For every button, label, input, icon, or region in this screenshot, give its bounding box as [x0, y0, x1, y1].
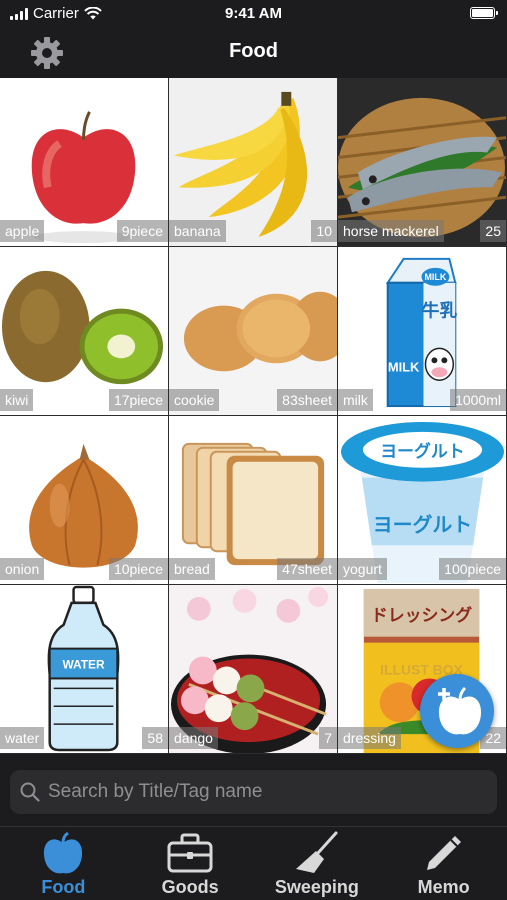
grid-item-water[interactable]: WATER water 58: [0, 585, 169, 754]
item-quantity: 100piece: [439, 558, 506, 580]
item-quantity: 10piece: [108, 558, 168, 580]
item-name: horse mackerel: [338, 220, 444, 242]
tab-label: Food: [41, 877, 86, 897]
grid-item-onion[interactable]: onion 10piece: [0, 416, 169, 585]
item-quantity: 9piece: [116, 220, 168, 242]
page-title: Food: [229, 40, 278, 62]
add-item-button[interactable]: [420, 674, 494, 748]
item-name: onion: [0, 558, 45, 580]
navigation-bar: Food: [0, 28, 507, 78]
item-name: yogurt: [338, 558, 387, 580]
item-quantity: 47sheet: [277, 558, 337, 580]
grid-item-horse-mackerel[interactable]: horse mackerel 25: [338, 78, 507, 247]
item-name: milk: [338, 389, 373, 411]
item-quantity: 58: [142, 727, 168, 749]
tab-label: Memo: [417, 877, 470, 897]
status-time: 9:41 AM: [225, 5, 282, 22]
broom-icon: [295, 831, 338, 873]
item-quantity: 1000ml: [450, 389, 506, 411]
grid-item-banana[interactable]: banana 10: [169, 78, 338, 247]
item-quantity: 25: [480, 220, 506, 242]
item-name: dressing: [338, 727, 401, 749]
pencil-icon: [426, 836, 461, 870]
item-name: bread: [169, 558, 215, 580]
grid-item-apple[interactable]: apple 9piece: [0, 78, 169, 247]
tab-goods[interactable]: Goods: [127, 827, 254, 900]
item-name: water: [0, 727, 45, 749]
yogurt-lid-text: ヨーグルト: [380, 441, 464, 461]
milk-kanji-text: 牛乳: [422, 300, 458, 322]
item-name: cookie: [169, 389, 220, 411]
tab-bar: Food Goods Sweeping Memo: [0, 826, 507, 900]
item-quantity: 17piece: [108, 389, 168, 411]
tab-label: Goods: [161, 877, 219, 897]
tab-food[interactable]: Food: [0, 827, 127, 900]
grid-item-bread[interactable]: bread 47sheet: [169, 416, 338, 585]
search-bar[interactable]: [10, 770, 497, 814]
item-grid: apple 9piece banana 10 horse mackerel 25: [0, 78, 507, 754]
toolbox-icon: [167, 833, 213, 873]
battery-icon: [470, 7, 498, 19]
milk-label-text: MILK: [388, 359, 420, 374]
tab-sweeping[interactable]: Sweeping: [254, 827, 381, 900]
search-icon: [20, 782, 40, 802]
item-name: apple: [0, 220, 45, 242]
search-input[interactable]: [48, 781, 468, 803]
tab-memo[interactable]: Memo: [380, 827, 507, 900]
search-area: [0, 754, 507, 826]
grid-item-yogurt[interactable]: ヨーグルト ヨーグルト yogurt 100piece: [338, 416, 507, 585]
tab-label: Sweeping: [274, 877, 359, 897]
yogurt-cup-text: ヨーグルト: [373, 513, 472, 536]
apple-icon: [44, 831, 83, 874]
item-name: kiwi: [0, 389, 34, 411]
grid-item-dango[interactable]: dango 7: [169, 585, 338, 754]
add-apple-icon: [438, 686, 482, 735]
item-quantity: 83sheet: [277, 389, 337, 411]
item-quantity: 7: [319, 727, 337, 749]
grid-item-cookie[interactable]: cookie 83sheet: [169, 247, 338, 416]
item-name: banana: [169, 220, 226, 242]
milk-brand-text: MILK: [424, 272, 446, 282]
water-bottle-text: WATER: [62, 658, 105, 672]
item-name: dango: [169, 727, 218, 749]
item-quantity: 10: [311, 220, 337, 242]
grid-item-kiwi[interactable]: kiwi 17piece: [0, 247, 169, 416]
status-bar: Carrier 9:41 AM: [0, 0, 507, 28]
grid-item-milk[interactable]: MILK 牛乳 MILK milk 1000ml: [338, 247, 507, 416]
dressing-label-text: ドレッシング: [371, 605, 472, 625]
